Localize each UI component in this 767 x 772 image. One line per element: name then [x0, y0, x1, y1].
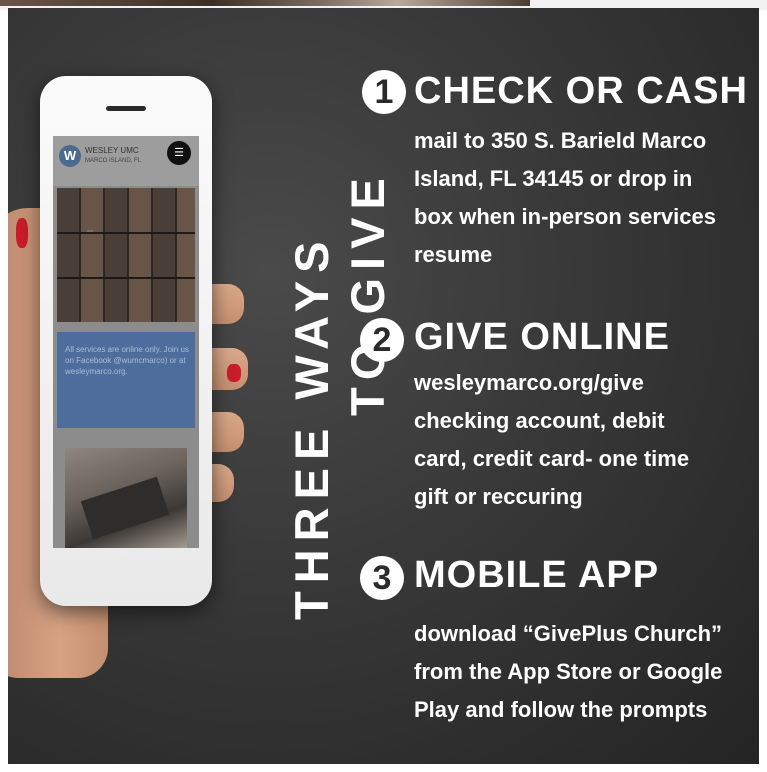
section-2-line: card, credit card- one time [414, 446, 690, 471]
section-3-line: Play and follow the prompts [414, 697, 708, 722]
section-2-line: checking account, debit [414, 408, 665, 433]
section-1-line: box when in-person services [414, 204, 716, 229]
section-3-line: download “GivePlus Church” [414, 621, 723, 646]
heading-check-or-cash: CHECK OR CASH [414, 70, 748, 112]
number-badge-3: 3 [360, 556, 404, 600]
church-logo: W [59, 145, 81, 167]
chalkboard-background: W WESLEY UMC MARCO ISLAND, FL ☰ ⋯ All se… [8, 8, 759, 764]
title-three-ways: THREE WAYS [285, 233, 338, 620]
website-location: MARCO ISLAND, FL [85, 158, 142, 164]
video-call-image: ⋯ [57, 188, 195, 322]
fingernail [227, 364, 241, 382]
smartphone-image: W WESLEY UMC MARCO ISLAND, FL ☰ ⋯ All se… [40, 76, 212, 606]
laptop-image [65, 448, 187, 548]
number-badge-1: 1 [362, 70, 406, 114]
title-to-give: TO GIVE [341, 170, 394, 416]
section-2-line: gift or reccuring [414, 484, 583, 509]
hamburger-menu-icon: ☰ [167, 141, 191, 165]
website-title: WESLEY UMC [85, 146, 139, 155]
top-photo [0, 0, 530, 6]
phone-speaker [106, 106, 146, 111]
video-caption: ⋯ [87, 229, 93, 235]
heading-mobile-app: MOBILE APP [414, 554, 660, 596]
notice-text: All services are online only. Join us on… [65, 345, 189, 376]
section-3-line: from the App Store or Google [414, 659, 723, 684]
notice-box: All services are online only. Join us on… [57, 332, 195, 428]
phone-screen: W WESLEY UMC MARCO ISLAND, FL ☰ ⋯ All se… [53, 136, 199, 548]
website-header: W WESLEY UMC MARCO ISLAND, FL ☰ [53, 136, 199, 186]
section-1-line: mail to 350 S. Barield Marco [414, 128, 707, 153]
heading-give-online: GIVE ONLINE [414, 316, 670, 358]
number-badge-2: 2 [360, 318, 404, 362]
fingernail [16, 218, 28, 248]
section-1-line: Island, FL 34145 or drop in [414, 166, 693, 191]
section-2-line: wesleymarco.org/give [414, 370, 644, 395]
section-1-line: resume [414, 242, 493, 267]
